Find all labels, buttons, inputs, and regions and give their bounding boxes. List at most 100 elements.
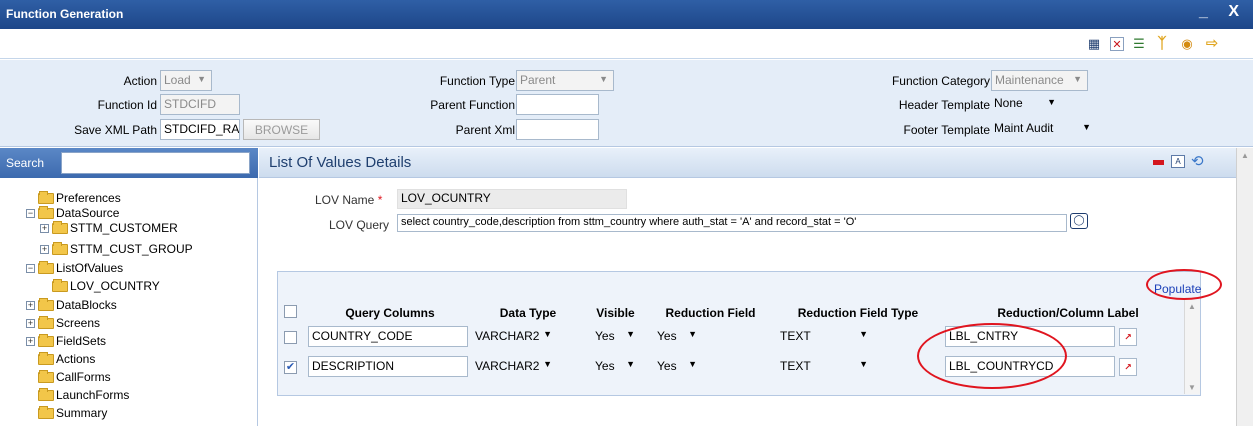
folder-icon <box>38 370 54 384</box>
view-icon[interactable]: A <box>1171 155 1185 168</box>
label-lookup-icon[interactable]: ↗ <box>1119 358 1137 376</box>
footer-template-select[interactable]: Maint Audit ▼ <box>991 119 1096 140</box>
chevron-down-icon: ▼ <box>197 74 206 84</box>
reduction-field-select[interactable]: Yes ▼ <box>653 356 701 377</box>
scroll-down-icon[interactable]: ▼ <box>1188 383 1196 392</box>
reduction-field-value: Yes <box>657 329 677 343</box>
chevron-down-icon: ▼ <box>688 329 697 339</box>
expand-icon[interactable]: + <box>26 301 35 311</box>
data-type-select[interactable]: VARCHAR2 ▼ <box>471 326 556 347</box>
chevron-down-icon: ▼ <box>1082 122 1091 132</box>
page-scrollbar[interactable]: ▲ <box>1236 148 1253 426</box>
collapse-icon[interactable]: − <box>26 264 35 274</box>
expand-icon[interactable]: + <box>40 245 49 255</box>
tree-item-datablocks[interactable]: + DataBlocks <box>26 298 117 313</box>
column-header-visible: Visible <box>596 306 635 320</box>
collapse-icon[interactable]: − <box>26 209 35 219</box>
lov-name-field[interactable]: LOV_OCUNTRY <box>397 189 627 209</box>
reduction-field-type-value: TEXT <box>780 359 811 373</box>
header-template-label: Header Template <box>898 98 990 112</box>
row-checkbox[interactable]: ✔ <box>284 361 297 374</box>
function-category-label: Function Category <box>891 74 990 88</box>
refresh-icon[interactable]: ⟲ <box>1191 152 1204 170</box>
browse-button[interactable]: BROWSE <box>243 119 320 140</box>
visible-select[interactable]: Yes ▼ <box>591 326 639 347</box>
function-type-select[interactable]: Parent ▼ <box>516 70 614 91</box>
close-icon[interactable]: ✕ <box>1110 37 1124 51</box>
reduction-field-select[interactable]: Yes ▼ <box>653 326 701 347</box>
chevron-down-icon: ▼ <box>1073 74 1082 84</box>
tree-item-sttm-cust-group[interactable]: + STTM_CUST_GROUP <box>40 242 193 257</box>
save-icon[interactable]: ▦ <box>1087 37 1101 51</box>
sidebar: Search Preferences − DataSource + STTM_CUS… <box>0 148 258 426</box>
reduction-field-type-select[interactable]: TEXT ▼ <box>776 356 872 377</box>
column-header-column-label: Reduction/Column Label <box>997 306 1139 320</box>
tree-item-label: Summary <box>56 406 108 420</box>
parent-function-field[interactable] <box>516 94 599 115</box>
reduction-field-type-value: TEXT <box>780 329 811 343</box>
panel-title: List Of Values Details <box>269 154 412 171</box>
tree-item-summary[interactable]: Summary <box>38 406 107 421</box>
panel-header: List Of Values Details A ⟲ <box>259 148 1236 178</box>
query-column-field[interactable]: COUNTRY_CODE <box>308 326 468 347</box>
chevron-down-icon: ▼ <box>543 329 552 339</box>
grid-scrollbar[interactable]: ▲ ▼ <box>1184 300 1200 394</box>
toolbar: ▦ ✕ ☰ ᛉ ◉ ⇨ <box>0 29 1253 59</box>
tree-item-callforms[interactable]: CallForms <box>38 370 111 385</box>
expand-icon[interactable]: + <box>40 224 49 234</box>
label-lookup-icon[interactable]: ↗ <box>1119 328 1137 346</box>
tree-item-actions[interactable]: Actions <box>38 352 95 367</box>
folder-icon <box>38 352 54 366</box>
function-type-value: Parent <box>520 73 556 87</box>
generate-icon[interactable]: ᛉ <box>1155 36 1169 51</box>
function-category-select[interactable]: Maintenance ▼ <box>991 70 1088 91</box>
tree-item-label: FieldSets <box>56 334 107 348</box>
tree-item-label: LaunchForms <box>56 388 130 402</box>
tree-item-fieldsets[interactable]: + FieldSets <box>26 334 106 349</box>
tree-item-lov-ocuntry[interactable]: LOV_OCUNTRY <box>52 279 160 294</box>
row-checkbox[interactable] <box>284 331 297 344</box>
column-header-reduction-field: Reduction Field <box>665 306 756 320</box>
tree-item-label: CallForms <box>56 370 111 384</box>
visible-select[interactable]: Yes ▼ <box>591 356 639 377</box>
window-controls[interactable]: _ X <box>1199 3 1247 21</box>
tree-item-listofvalues[interactable]: − ListOfValues <box>26 261 123 276</box>
list-icon[interactable]: ☰ <box>1132 37 1146 51</box>
tree-item-label: STTM_CUSTOMER <box>70 221 178 235</box>
tree-item-datasource[interactable]: − DataSource <box>26 206 119 221</box>
exit-icon[interactable]: ⇨ <box>1205 36 1219 51</box>
tree-item-sttm-customer[interactable]: + STTM_CUSTOMER <box>40 221 178 236</box>
folder-icon <box>38 206 54 220</box>
scroll-up-icon[interactable]: ▲ <box>1241 151 1249 160</box>
deploy-icon[interactable]: ◉ <box>1180 37 1194 51</box>
tree-item-preferences[interactable]: Preferences <box>38 191 121 206</box>
function-id-field[interactable]: STDCIFD <box>160 94 240 115</box>
tree-item-label: Preferences <box>56 191 121 205</box>
function-id-label: Function Id <box>97 98 157 112</box>
function-type-label: Function Type <box>439 74 515 88</box>
folder-icon <box>38 334 54 348</box>
parent-xml-field[interactable] <box>516 119 599 140</box>
data-type-value: VARCHAR2 <box>475 359 540 373</box>
save-xml-path-field[interactable]: STDCIFD_RAI <box>160 119 240 140</box>
chevron-down-icon: ▼ <box>859 329 868 339</box>
query-column-field[interactable]: DESCRIPTION <box>308 356 468 377</box>
remove-icon[interactable] <box>1153 160 1164 165</box>
tree-item-launchforms[interactable]: LaunchForms <box>38 388 129 403</box>
search-input[interactable] <box>61 152 250 174</box>
reduction-field-type-select[interactable]: TEXT ▼ <box>776 326 872 347</box>
tree-item-label: Actions <box>56 352 96 366</box>
column-header-datatype: Data Type <box>499 306 557 320</box>
header-template-select[interactable]: None ▼ <box>991 94 1061 115</box>
scroll-up-icon[interactable]: ▲ <box>1188 302 1196 311</box>
data-type-select[interactable]: VARCHAR2 ▼ <box>471 356 556 377</box>
chevron-down-icon: ▼ <box>1047 97 1056 107</box>
query-edit-icon[interactable]: ◯ <box>1070 213 1088 229</box>
expand-icon[interactable]: + <box>26 337 35 347</box>
expand-icon[interactable]: + <box>26 319 35 329</box>
select-all-checkbox[interactable] <box>284 305 297 318</box>
action-select[interactable]: Load ▼ <box>160 70 212 91</box>
lov-query-field[interactable]: select country_code,description from stt… <box>397 214 1067 232</box>
visible-value: Yes <box>595 329 615 343</box>
tree-item-screens[interactable]: + Screens <box>26 316 100 331</box>
